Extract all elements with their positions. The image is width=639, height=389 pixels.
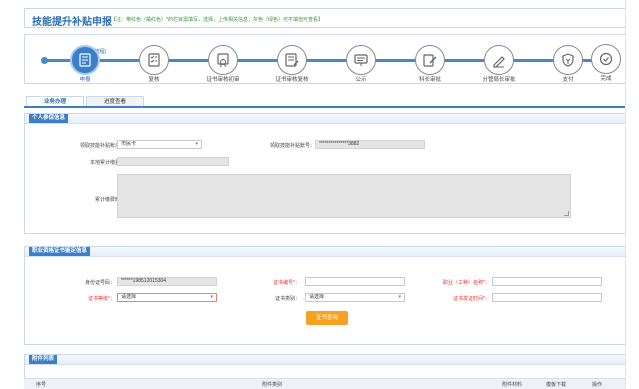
step-payment[interactable] xyxy=(553,45,583,75)
cert-type-select[interactable]: 请选择 ▾ xyxy=(305,293,405,302)
title-bar: 技能提升补贴申报 【注：带红色（橘红色）*的栏目需填写，选择，上传相关信息；灰色… xyxy=(24,8,626,28)
step-label-complete: 完成 xyxy=(600,76,612,82)
payment-shield-icon xyxy=(562,53,574,67)
occupation-label: 职业（工种）名称*： xyxy=(443,280,490,286)
account-no-label: 领取技能补贴账号： xyxy=(269,143,315,149)
step-publicity[interactable] xyxy=(346,45,376,75)
scrollbar-track[interactable] xyxy=(625,0,626,388)
track-start-dot xyxy=(41,57,48,64)
occupation-input[interactable] xyxy=(492,277,602,286)
step-apply[interactable] xyxy=(70,45,100,75)
cert-query-button[interactable]: 证书查询 xyxy=(306,311,348,325)
main-frame: 技能提升补贴申报 【注：带红色（橘红色）*的栏目需填写，选择，上传相关信息；灰色… xyxy=(24,0,626,389)
local-months-field[interactable] xyxy=(117,157,229,166)
step-label-apply: 申报 xyxy=(79,77,91,83)
personal-info-panel: 个人参保信息 领取技能补贴账户类型： 市民卡 ▾ 领取技能补贴账号： *****… xyxy=(24,113,626,234)
col-index: 序号 xyxy=(36,382,47,388)
attachment-header: 附件列表 xyxy=(25,355,625,365)
step-label-recheck: 复核 xyxy=(148,77,160,83)
account-type-select[interactable]: 市民卡 ▾ xyxy=(117,140,202,149)
attachment-table-header: 序号 附件类别 附件材料 模板下载 操作 xyxy=(24,378,626,389)
step-label-cert-second-review: 证书审核复核 xyxy=(275,77,309,83)
tab-progress[interactable]: 进度查看 xyxy=(86,96,144,106)
cert-type-label: 证书类别： xyxy=(274,296,300,302)
step-section-chief-approval[interactable] xyxy=(415,45,445,75)
certificate-review-icon xyxy=(217,53,229,68)
document-edit-icon xyxy=(285,53,299,67)
certificate-header: 职业资格证书鉴定信息 xyxy=(25,247,625,257)
step-label-cert-first-review: 证书审核初审 xyxy=(206,77,240,83)
pen-approve-icon xyxy=(493,56,505,68)
personal-info-header: 个人参保信息 xyxy=(25,114,625,124)
chevron-down-icon: ▾ xyxy=(398,294,401,300)
certificate-panel: 职业资格证书鉴定信息 身份证号码： ******198512015304 证书编… xyxy=(24,246,626,345)
form-icon xyxy=(79,53,91,67)
cert-level-select[interactable]: 请选择 ▾ xyxy=(117,293,217,302)
notice-board-icon xyxy=(354,54,368,66)
cumulative-time-textarea[interactable] xyxy=(117,174,571,218)
step-label-publicity: 公示 xyxy=(355,77,367,83)
check-circle-icon xyxy=(599,52,613,66)
col-category: 附件类别 xyxy=(262,382,283,388)
workflow-stepper: (当前流程) 申报 复核 证书审核初审 证书审核复核 公示 科长审 xyxy=(24,34,626,84)
chevron-down-icon: ▾ xyxy=(195,141,198,147)
cert-no-label: 证书编号*： xyxy=(273,280,300,286)
cert-no-input[interactable] xyxy=(305,277,405,286)
workflow-track xyxy=(45,59,607,62)
personal-info-title: 个人参保信息 xyxy=(29,114,69,123)
step-cert-second-review[interactable] xyxy=(277,45,307,75)
cert-level-label: 证书等级*： xyxy=(88,296,115,302)
step-cert-first-review[interactable] xyxy=(208,45,238,75)
pen-approve-icon xyxy=(423,54,437,67)
step-label-deputy-director: 分管局长审批 xyxy=(482,77,516,83)
checklist-icon xyxy=(148,53,160,67)
step-label-payment: 支付 xyxy=(562,77,574,83)
step-label-section-chief: 科长审批 xyxy=(418,77,442,83)
id-number-label: 身份证号码： xyxy=(84,280,115,286)
tab-bar: 业务办理 进度查看 xyxy=(24,96,626,108)
col-action: 操作 xyxy=(592,382,603,388)
tab-business[interactable]: 业务办理 xyxy=(26,96,84,106)
step-deputy-director-approval[interactable] xyxy=(484,45,514,75)
chevron-down-icon: ▾ xyxy=(210,294,213,300)
instruction-note: 【注：带红色（橘红色）*的栏目需填写，选择，上传相关信息；灰色（绿色）可不填但可… xyxy=(111,17,323,23)
page-title: 技能提升补贴申报 xyxy=(32,17,112,28)
account-no-field[interactable]: ***************3882 xyxy=(315,140,425,149)
step-complete[interactable] xyxy=(591,44,621,74)
col-template: 模板下载 xyxy=(546,382,567,388)
step-recheck[interactable] xyxy=(139,45,169,75)
col-material: 附件材料 xyxy=(502,382,523,388)
resize-grip-icon[interactable] xyxy=(564,211,569,216)
id-number-field[interactable]: ******198512015304 xyxy=(117,277,217,286)
attachment-title: 附件列表 xyxy=(29,355,58,364)
certificate-title: 职业资格证书鉴定信息 xyxy=(29,247,91,256)
issue-date-label: 证书发证时间*： xyxy=(453,296,490,302)
issue-date-input[interactable] xyxy=(492,293,602,302)
